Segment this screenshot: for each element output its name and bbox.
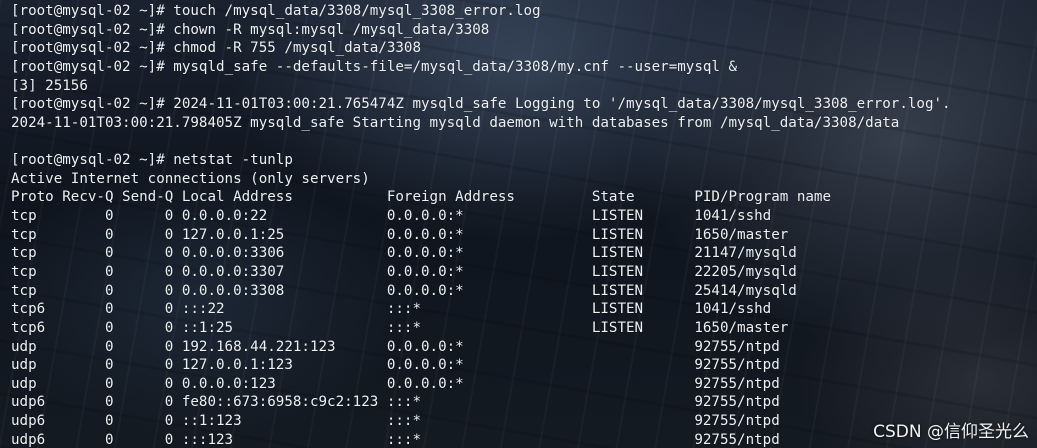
terminal-line: [root@mysql-02 ~]# touch /mysql_data/330… [11, 3, 541, 19]
terminal-window[interactable]: [root@mysql-02 ~]# touch /mysql_data/330… [0, 0, 1037, 448]
netstat-row: udp 0 0 127.0.0.1:123 0.0.0.0:* 92755/nt… [11, 357, 780, 374]
terminal-line: [root@mysql-02 ~]# 2024-11-01T03:00:21.7… [11, 96, 951, 113]
terminal-line: [root@mysql-02 ~]# mysqld_safe --default… [11, 58, 738, 75]
netstat-row: udp6 0 0 fe80::673:6958:c9c2:123 :::* 92… [11, 394, 780, 411]
netstat-row: tcp6 0 0 ::1:25 :::* LISTEN 1650/master [11, 319, 789, 336]
terminal-line: 2024-11-01T03:00:21.798405Z mysqld_safe … [11, 114, 900, 131]
terminal-line: Active Internet connections (only server… [11, 170, 370, 187]
netstat-row: udp 0 0 0.0.0.0:123 0.0.0.0:* 92755/ntpd [11, 375, 780, 392]
netstat-row: udp 0 0 192.168.44.221:123 0.0.0.0:* 927… [11, 338, 780, 355]
netstat-row: tcp6 0 0 :::22 :::* LISTEN 1041/sshd [11, 301, 772, 318]
netstat-header-row: Proto Recv-Q Send-Q Local Address Foreig… [11, 189, 831, 206]
netstat-row: tcp 0 0 127.0.0.1:25 0.0.0.0:* LISTEN 16… [11, 226, 789, 243]
netstat-row: tcp 0 0 0.0.0.0:3308 0.0.0.0:* LISTEN 25… [11, 282, 797, 299]
netstat-row: tcp 0 0 0.0.0.0:22 0.0.0.0:* LISTEN 1041… [11, 208, 772, 225]
terminal-line: [root@mysql-02 ~]# netstat -tunlp [11, 152, 293, 169]
terminal-line: [root@mysql-02 ~]# chmod -R 755 /mysql_d… [11, 40, 421, 57]
terminal-output[interactable]: [root@mysql-02 ~]# touch /mysql_data/330… [11, 2, 1037, 448]
netstat-row: tcp 0 0 0.0.0.0:3306 0.0.0.0:* LISTEN 21… [11, 245, 797, 262]
terminal-line: [3] 25156 [11, 77, 88, 94]
netstat-row: tcp 0 0 0.0.0.0:3307 0.0.0.0:* LISTEN 22… [11, 263, 797, 280]
terminal-line: [root@mysql-02 ~]# chown -R mysql:mysql … [11, 21, 490, 38]
csdn-watermark: CSDN @信仰圣光么 [873, 422, 1029, 442]
